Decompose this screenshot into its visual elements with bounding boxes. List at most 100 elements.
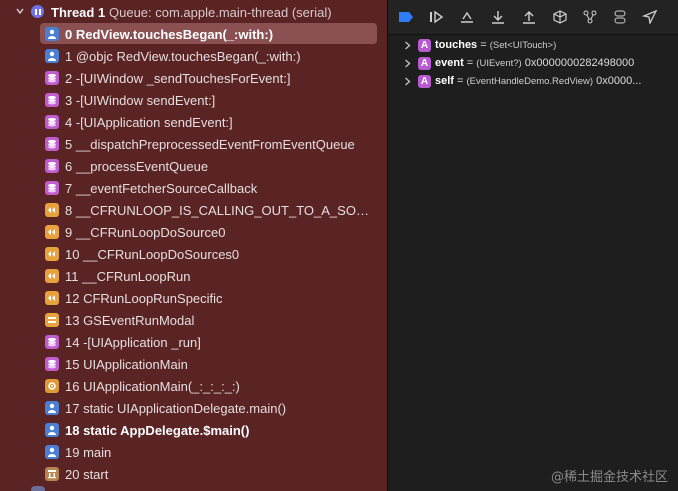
runloop-icon — [45, 247, 59, 261]
stack-frame-label: 5 __dispatchPreprocessedEventFromEventQu… — [65, 137, 355, 152]
start-icon — [45, 467, 59, 481]
stack-frame-row[interactable]: 7 __eventFetcherSourceCallback — [0, 177, 387, 199]
stack-frame-row[interactable]: 10 __CFRunLoopDoSources0 — [0, 243, 387, 265]
user-code-icon — [45, 423, 59, 437]
debug-toolbar — [388, 0, 678, 35]
variable-type-icon: A — [418, 39, 431, 52]
variable-type: (Set<UITouch>) — [489, 40, 557, 51]
framework-icon — [45, 115, 59, 129]
variable-value: 0x0000... — [596, 75, 642, 87]
stack-frame-row[interactable]: 14 -[UIApplication _run] — [0, 331, 387, 353]
breakpoints-toggle-icon[interactable] — [398, 9, 414, 25]
gear-icon — [45, 379, 59, 393]
stack-frame-label: 7 __eventFetcherSourceCallback — [65, 181, 258, 196]
disclosure-chevron-right-icon[interactable] — [404, 77, 411, 86]
framework-icon — [45, 137, 59, 151]
variables-view: Atouches = (Set<UITouch>) Aevent = (UIEv… — [388, 0, 678, 491]
stack-frame-label: 12 CFRunLoopRunSpecific — [65, 291, 223, 306]
stack-frame-label: 14 -[UIApplication _run] — [65, 335, 201, 350]
variable-row[interactable]: Aself = (EventHandleDemo.RedView) 0x0000… — [388, 73, 678, 91]
framework-icon — [45, 159, 59, 173]
stack-frame-row[interactable]: 8 __CFRUNLOOP_IS_CALLING_OUT_TO_A_SOURCE… — [0, 199, 387, 221]
stack-frame-row[interactable]: 18 static AppDelegate.$main() — [0, 419, 387, 441]
variable-text: touches = (Set<UITouch>) — [435, 39, 675, 51]
thread-paused-icon — [31, 5, 44, 18]
stack-frame-row[interactable]: 5 __dispatchPreprocessedEventFromEventQu… — [0, 133, 387, 155]
stack-frame-row[interactable]: 17 static UIApplicationDelegate.main() — [0, 397, 387, 419]
step-into-icon[interactable] — [490, 9, 506, 25]
debug-navigator-stack: Thread 1 Queue: com.apple.main-thread (s… — [0, 0, 387, 491]
variable-name: self — [435, 75, 454, 87]
stack-frame-label: 13 GSEventRunModal — [65, 313, 195, 328]
variable-type-icon: A — [418, 75, 431, 88]
stack-frame-row[interactable]: 11 __CFRunLoopRun — [0, 265, 387, 287]
view-hierarchy-icon[interactable] — [552, 9, 568, 25]
thread-row[interactable]: Thread 1 Queue: com.apple.main-thread (s… — [0, 0, 387, 24]
user-code-icon — [45, 49, 59, 63]
disclosure-chevron-right-icon[interactable] — [404, 41, 411, 50]
variable-separator: = — [477, 39, 490, 51]
stack-frame-label: 6 __processEventQueue — [65, 159, 209, 174]
stack-frame-label: 19 main — [65, 445, 112, 460]
user-code-icon — [45, 27, 59, 41]
stack-frame-row[interactable]: 15 UIApplicationMain — [0, 353, 387, 375]
disclosure-chevron-down-icon[interactable] — [16, 7, 24, 15]
stack-frame-row[interactable]: 9 __CFRunLoopDoSource0 — [0, 221, 387, 243]
variable-value: 0x0000000282498000 — [524, 57, 635, 69]
framework-icon — [45, 335, 59, 349]
step-out-icon[interactable] — [521, 9, 537, 25]
stack-frame-label: 17 static UIApplicationDelegate.main() — [65, 401, 287, 416]
watermark: @稀土掘金技术社区 — [550, 470, 668, 485]
stack-frame-row[interactable]: 2 -[UIWindow _sendTouchesForEvent:] — [0, 67, 387, 89]
stack-frame-row[interactable]: 12 CFRunLoopRunSpecific — [0, 287, 387, 309]
stack-frame-row[interactable]: 0 RedView.touchesBegan(_:with:) — [0, 23, 387, 45]
stack-frame-label: 8 __CFRUNLOOP_IS_CALLING_OUT_TO_A_SOURCE… — [65, 203, 375, 218]
stack-frame-row[interactable]: 16 UIApplicationMain(_:_:_:_:) — [0, 375, 387, 397]
stack-frame-row[interactable]: 19 main — [0, 441, 387, 463]
variable-type-icon: A — [418, 57, 431, 70]
continue-icon[interactable] — [428, 9, 444, 25]
variable-name: touches — [435, 39, 478, 51]
stack-frame-row[interactable]: 3 -[UIWindow sendEvent:] — [0, 89, 387, 111]
stack-frame-row[interactable]: 20 start — [0, 463, 387, 485]
stack-frame-label: 16 UIApplicationMain(_:_:_:_:) — [65, 379, 240, 394]
stack-frame-row[interactable]: 4 -[UIApplication sendEvent:] — [0, 111, 387, 133]
variable-type: (EventHandleDemo.RedView) — [466, 76, 594, 87]
stack-frame-label: 1 @objc RedView.touchesBegan(_:with:) — [65, 49, 301, 64]
stack-frame-label: 3 -[UIWindow sendEvent:] — [65, 93, 216, 108]
stack-frame-label: 10 __CFRunLoopDoSources0 — [65, 247, 240, 262]
stack-frame-label: 18 static AppDelegate.$main() — [65, 423, 250, 438]
simulate-location-icon[interactable] — [642, 9, 658, 25]
memory-graph-icon[interactable] — [582, 9, 598, 25]
stack-frame-row[interactable]: 6 __processEventQueue — [0, 155, 387, 177]
runloop-icon — [45, 203, 59, 217]
variable-text: event = (UIEvent?) 0x0000000282498000 — [435, 57, 675, 69]
stack-frame-label: 11 __CFRunLoopRun — [65, 269, 191, 284]
variable-separator: = — [463, 57, 477, 69]
step-over-icon[interactable] — [459, 9, 475, 25]
variable-text: self = (EventHandleDemo.RedView) 0x0000.… — [435, 75, 675, 87]
variable-separator: = — [453, 75, 467, 87]
variable-row[interactable]: Aevent = (UIEvent?) 0x0000000282498000 — [388, 55, 678, 73]
user-code-icon — [45, 401, 59, 415]
framework-icon — [45, 93, 59, 107]
framework-icon — [45, 357, 59, 371]
stack-frame-label: 20 start — [65, 467, 109, 482]
stack-frame-label: 9 __CFRunLoopDoSource0 — [65, 225, 226, 240]
thread-title: Thread 1 — [51, 5, 106, 20]
stack-frame-row[interactable]: 1 @objc RedView.touchesBegan(_:with:) — [0, 45, 387, 67]
stack-frame-label: 4 -[UIApplication sendEvent:] — [65, 115, 233, 130]
variable-type: (UIEvent?) — [476, 58, 522, 69]
variable-name: event — [435, 57, 464, 69]
environment-overrides-icon[interactable] — [612, 9, 628, 25]
stack-frame-label: 15 UIApplicationMain — [65, 357, 188, 372]
variable-row[interactable]: Atouches = (Set<UITouch>) — [388, 37, 678, 55]
graphics-services-icon — [45, 313, 59, 327]
runloop-icon — [45, 225, 59, 239]
runloop-icon — [45, 269, 59, 283]
disclosure-chevron-right-icon[interactable] — [404, 59, 411, 68]
thread-queue-label: Queue: com.apple.main-thread (serial) — [109, 5, 332, 20]
framework-icon — [45, 181, 59, 195]
stack-frame-row[interactable]: 13 GSEventRunModal — [0, 309, 387, 331]
runloop-icon — [45, 291, 59, 305]
